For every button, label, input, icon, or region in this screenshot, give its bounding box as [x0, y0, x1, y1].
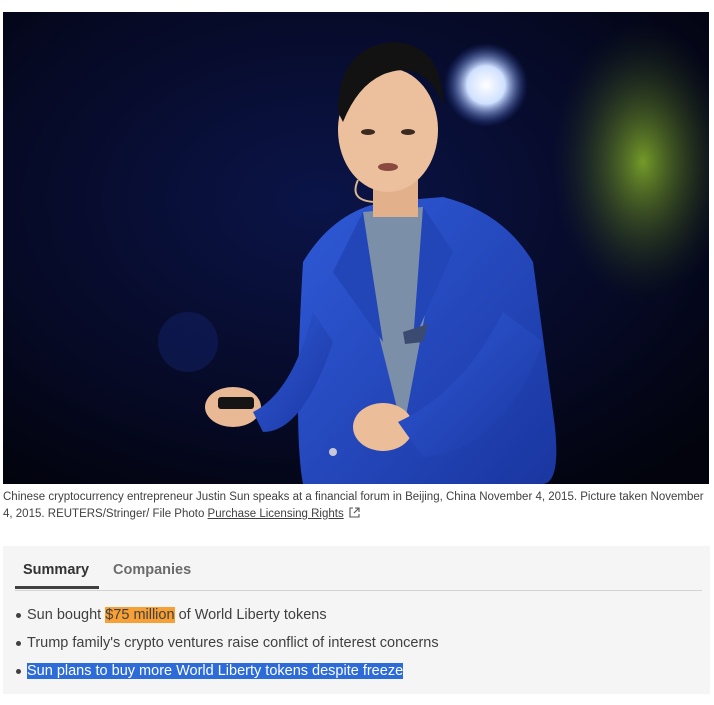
purchase-licensing-link[interactable]: Purchase Licensing Rights: [208, 508, 344, 520]
bullet-text: Trump family's crypto ventures raise con…: [27, 635, 439, 651]
photo-caption: Chinese cryptocurrency entrepreneur Just…: [3, 489, 709, 523]
summary-tabs: Summary Companies: [15, 554, 702, 591]
list-item: Sun plans to buy more World Liberty toke…: [15, 662, 439, 690]
list-item: Trump family's crypto ventures raise con…: [15, 634, 439, 662]
bullet-text-before: Sun bought: [27, 607, 106, 623]
summary-list: Sun bought $75 million of World Liberty …: [15, 606, 439, 690]
highlighted-amount: $75 million: [105, 607, 175, 623]
selected-text: Sun plans to buy more World Liberty toke…: [27, 663, 404, 679]
tab-companies[interactable]: Companies: [113, 562, 191, 578]
list-item: Sun bought $75 million of World Liberty …: [15, 606, 439, 634]
external-link-icon[interactable]: [349, 507, 360, 518]
photo-illustration: [3, 12, 709, 484]
article-photo: [3, 12, 709, 484]
bullet-text-after: of World Liberty tokens: [174, 607, 327, 623]
tab-summary[interactable]: Summary: [23, 562, 89, 578]
active-tab-indicator: [15, 586, 99, 589]
summary-panel: Summary Companies Sun bought $75 million…: [3, 546, 710, 694]
